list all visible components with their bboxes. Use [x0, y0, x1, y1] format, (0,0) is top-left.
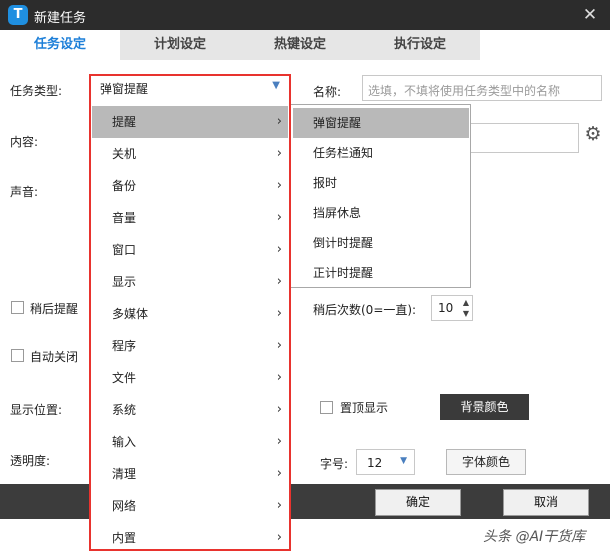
menu-item-backup[interactable]: 备份 › — [92, 170, 288, 202]
remind-count-label: 稍后次数(0=一直): — [313, 303, 417, 317]
submenu-item-countup[interactable]: 正计时提醒 — [293, 258, 469, 288]
name-placeholder: 选填，不填将使用任务类型中的名称 — [368, 84, 561, 98]
chevron-right-icon: › — [276, 338, 282, 353]
task-type-label: 任务类型: — [10, 84, 63, 98]
gear-icon[interactable]: ⚙ — [583, 124, 603, 144]
dropdown-arrow-icon: ▼ — [272, 80, 280, 91]
content-label: 内容: — [10, 135, 39, 149]
ok-button[interactable]: 确定 — [375, 489, 461, 516]
chevron-right-icon: › — [276, 434, 282, 449]
submenu-item-screen-rest[interactable]: 挡屏休息 — [293, 198, 469, 228]
menu-item-display[interactable]: 显示 › — [92, 266, 288, 298]
font-size-value: 12 — [367, 456, 383, 470]
close-icon[interactable]: ✕ — [578, 3, 602, 27]
tab-execute-settings[interactable]: 执行设定 — [360, 30, 480, 60]
task-type-dropdown-menu: 提醒 › 关机 › 备份 › 音量 › 窗口 › 显示 › 多媒体 › 程序 › 文件 › 系统 ›… — [89, 102, 291, 551]
remind-later-checkbox[interactable] — [11, 301, 24, 314]
spin-down-icon[interactable]: ▼ — [463, 310, 469, 318]
menu-item-multimedia[interactable]: 多媒体 › — [92, 298, 288, 330]
name-label: 名称: — [313, 85, 342, 99]
chevron-right-icon: › — [276, 274, 282, 289]
tab-plan-settings[interactable]: 计划设定 — [120, 30, 240, 60]
display-position-label: 显示位置: — [10, 403, 63, 417]
auto-close-checkbox[interactable] — [11, 349, 24, 362]
task-type-select[interactable]: 弹窗提醒 ▼ — [92, 76, 288, 100]
chevron-right-icon: › — [276, 210, 282, 225]
font-size-select[interactable]: 12 ▼ — [356, 449, 415, 475]
remind-submenu: 弹窗提醒 任务栏通知 报时 挡屏休息 倒计时提醒 正计时提醒 — [290, 104, 471, 288]
dropdown-arrow-icon: ▼ — [400, 456, 407, 466]
chevron-right-icon: › — [276, 306, 282, 321]
remind-count-value: 10 — [438, 301, 454, 315]
chevron-right-icon: › — [276, 466, 282, 481]
font-size-label: 字号: — [320, 457, 349, 471]
remind-later-label: 稍后提醒 — [30, 302, 79, 316]
task-type-value: 弹窗提醒 — [100, 82, 149, 96]
opacity-label: 透明度: — [10, 454, 51, 468]
top-most-checkbox[interactable] — [320, 401, 333, 414]
menu-item-window[interactable]: 窗口 › — [92, 234, 288, 266]
auto-close-label: 自动关闭 — [30, 350, 79, 364]
remind-count-spinner[interactable]: 10 ▲ ▼ — [431, 295, 473, 321]
menu-item-shutdown[interactable]: 关机 › — [92, 138, 288, 170]
title-bar: T 新建任务 ✕ — [0, 0, 610, 30]
menu-item-volume[interactable]: 音量 › — [92, 202, 288, 234]
tab-task-settings[interactable]: 任务设定 — [0, 30, 120, 60]
top-most-label: 置顶显示 — [340, 401, 389, 415]
chevron-right-icon: › — [276, 370, 282, 385]
chevron-right-icon: › — [276, 530, 282, 545]
menu-item-builtin[interactable]: 内置 › — [92, 522, 288, 554]
name-input[interactable]: 选填，不填将使用任务类型中的名称 — [362, 75, 602, 101]
menu-item-program[interactable]: 程序 › — [92, 330, 288, 362]
font-color-button[interactable]: 字体颜色 — [446, 449, 526, 475]
menu-item-remind[interactable]: 提醒 › — [92, 106, 288, 138]
tab-hotkey-settings[interactable]: 热键设定 — [240, 30, 360, 60]
submenu-item-taskbar-notify[interactable]: 任务栏通知 — [293, 138, 469, 168]
chevron-right-icon: › — [276, 114, 282, 129]
tab-bar-fill — [480, 30, 610, 60]
chevron-right-icon: › — [276, 146, 282, 161]
tab-bar: 任务设定 计划设定 热键设定 执行设定 — [0, 30, 610, 60]
submenu-item-time-announce[interactable]: 报时 — [293, 168, 469, 198]
window-title: 新建任务 — [34, 11, 87, 26]
menu-item-file[interactable]: 文件 › — [92, 362, 288, 394]
sound-label: 声音: — [10, 185, 39, 199]
content-input[interactable] — [470, 123, 579, 153]
new-task-dialog: T 新建任务 ✕ 任务设定 计划设定 热键设定 执行设定 任务类型: 弹窗提醒 … — [0, 0, 610, 559]
submenu-item-countdown[interactable]: 倒计时提醒 — [293, 228, 469, 258]
submenu-item-popup-remind[interactable]: 弹窗提醒 — [293, 108, 469, 138]
chevron-right-icon: › — [276, 178, 282, 193]
menu-item-system[interactable]: 系统 › — [92, 394, 288, 426]
chevron-right-icon: › — [276, 242, 282, 257]
watermark: 头条 @AI干货库 — [483, 529, 586, 545]
menu-item-network[interactable]: 网络 › — [92, 490, 288, 522]
chevron-right-icon: › — [276, 402, 282, 417]
chevron-right-icon: › — [276, 498, 282, 513]
background-color-button[interactable]: 背景颜色 — [440, 394, 529, 420]
spin-up-icon[interactable]: ▲ — [463, 299, 469, 307]
menu-item-cleanup[interactable]: 清理 › — [92, 458, 288, 490]
menu-item-input[interactable]: 输入 › — [92, 426, 288, 458]
cancel-button[interactable]: 取消 — [503, 489, 589, 516]
app-logo: T — [8, 5, 28, 25]
